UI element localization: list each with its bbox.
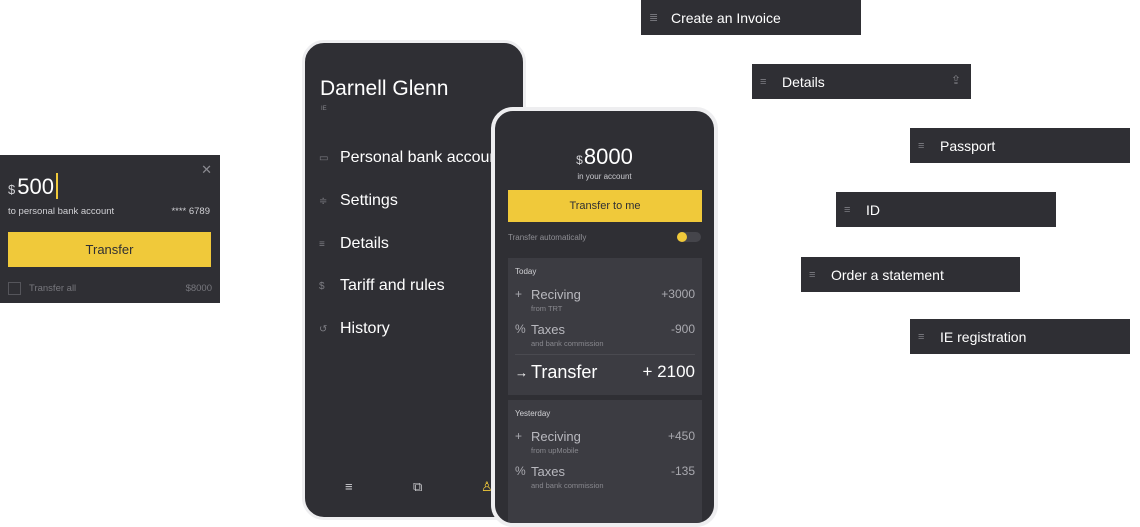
total-amount: $8000 <box>185 283 212 294</box>
currency-symbol: $ <box>576 153 583 167</box>
item-label: Passport <box>940 137 996 154</box>
transfer-to-me-button[interactable]: Transfer to me <box>508 190 702 222</box>
menu-item-label: Tariff and rules <box>340 277 445 294</box>
item-label: Order a statement <box>831 266 944 283</box>
lines-icon: ≡ <box>319 238 325 250</box>
transaction-subtitle: and bank commission <box>531 481 604 490</box>
account-balance: $8000 <box>495 144 714 170</box>
arrow-right-icon: → <box>515 365 528 380</box>
transactions-yesterday: Yesterday + Reciving from upMobile +450 … <box>508 400 702 523</box>
ie-registration-item[interactable]: ≡ IE registration <box>910 319 1130 354</box>
user-role: IE <box>321 106 327 112</box>
passport-item[interactable]: ≡ Passport <box>910 128 1130 163</box>
auto-transfer-toggle[interactable] <box>677 232 701 242</box>
menu-item-label: History <box>340 320 390 337</box>
dollar-icon: $ <box>319 280 325 292</box>
share-icon[interactable]: ⇪ <box>951 73 961 87</box>
close-icon[interactable]: ✕ <box>201 163 212 176</box>
lines-icon: ≡ <box>918 330 925 343</box>
lines-icon: ≡ <box>844 203 851 216</box>
currency-symbol: $ <box>8 182 16 197</box>
transaction-value: +3000 <box>661 287 695 301</box>
details-item[interactable]: ≡ Details ⇪ <box>752 64 971 99</box>
item-label: ID <box>866 201 880 218</box>
transfer-all-checkbox[interactable] <box>8 282 21 295</box>
history-icon: ↺ <box>319 323 328 335</box>
card-icon: ▭ <box>319 152 329 164</box>
transaction-subtitle: from TRT <box>531 304 563 313</box>
transaction-value: +450 <box>667 429 695 443</box>
auto-transfer-label: Transfer automatically <box>508 233 587 242</box>
divider <box>515 354 695 355</box>
transaction-title: Taxes <box>531 464 565 479</box>
sliders-icon: ≑ <box>319 195 328 207</box>
copy-icon[interactable]: ⧉ <box>413 479 422 495</box>
transaction-title: Taxes <box>531 322 565 337</box>
day-label: Yesterday <box>515 409 551 418</box>
menu-item-label: Details <box>340 235 389 252</box>
destination-label: to personal bank account <box>8 206 115 217</box>
item-label: IE registration <box>940 328 1027 345</box>
lines-icon: ≡ <box>760 75 767 88</box>
item-label: Details <box>782 73 825 90</box>
total-value: + 2100 <box>642 362 695 381</box>
balance-caption: in your account <box>577 172 632 181</box>
invoice-icon: ≣ <box>649 12 659 24</box>
lines-icon: ≡ <box>918 139 925 152</box>
plus-icon: + <box>515 287 523 301</box>
menu-item-details[interactable]: ≡ Details <box>319 235 389 253</box>
balance-value: 8000 <box>583 144 633 169</box>
percent-icon: % <box>515 322 526 336</box>
menu-item-history[interactable]: ↺ History <box>319 320 390 338</box>
total-title: Transfer <box>531 362 598 382</box>
percent-icon: % <box>515 464 526 478</box>
order-statement-item[interactable]: ≡ Order a statement <box>801 257 1020 292</box>
id-item[interactable]: ≡ ID <box>836 192 1056 227</box>
transaction-title: Reciving <box>531 429 581 444</box>
transfer-button[interactable]: Transfer <box>8 232 211 267</box>
amount-input[interactable]: $500 <box>8 173 58 200</box>
account-phone: $8000 in your account Transfer to me Tra… <box>491 107 718 527</box>
transaction-title: Reciving <box>531 287 581 302</box>
item-label: Create an Invoice <box>671 9 781 26</box>
menu-item-tariff-and-rules[interactable]: $ Tariff and rules <box>319 277 445 295</box>
menu-item-label: Personal bank account <box>340 149 503 166</box>
transaction-subtitle: and bank commission <box>531 339 604 348</box>
transactions-today: Today + Reciving from TRT +3000 % Taxes … <box>508 258 702 395</box>
transaction-subtitle: from upMobile <box>531 446 579 455</box>
toggle-knob <box>677 232 687 242</box>
menu-item-personal-bank-account[interactable]: ▭ Personal bank account <box>319 149 503 167</box>
list-icon[interactable]: ≡ <box>345 479 353 494</box>
menu-item-label: Settings <box>340 192 398 209</box>
create-invoice-item[interactable]: ≣ Create an Invoice <box>641 0 861 35</box>
card-number: **** 6789 <box>171 206 210 217</box>
transaction-value: -900 <box>670 322 695 336</box>
text-caret <box>55 173 58 199</box>
day-label: Today <box>515 267 537 276</box>
lines-icon: ≡ <box>809 268 816 281</box>
user-name: Darnell Glenn <box>320 77 449 100</box>
transfer-all-label: Transfer all <box>29 283 77 294</box>
transfer-card: ✕ $500 to personal bank account **** 678… <box>0 155 220 303</box>
transaction-value: -135 <box>670 464 695 478</box>
plus-icon: + <box>515 429 523 443</box>
amount-value: 500 <box>17 174 54 199</box>
menu-item-settings[interactable]: ≑ Settings <box>319 192 398 210</box>
